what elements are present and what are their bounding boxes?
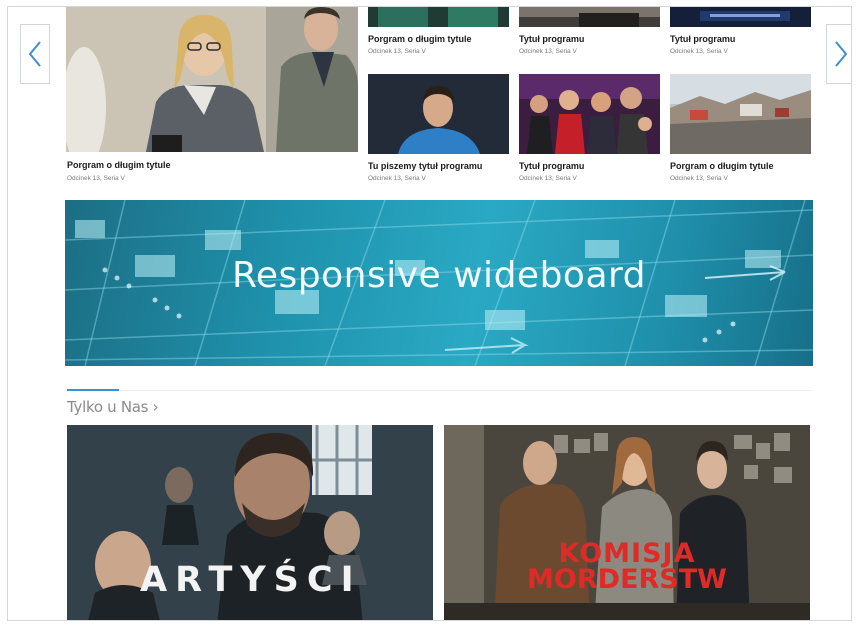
big-tile-subtitle: Odcinek 13, Seria V (67, 175, 125, 182)
program-thumbnail (66, 7, 358, 152)
chevron-left-icon (28, 41, 41, 67)
carousel-next-button[interactable] (826, 24, 851, 84)
program-thumbnail (368, 74, 509, 154)
page-frame: Porgram o długim tytule Odcinek 13, Seri… (7, 6, 852, 621)
program-tile-subtitle: Odcinek 13, Seria V (519, 175, 577, 182)
carousel-prev-button[interactable] (20, 24, 50, 84)
section-accent-line (67, 389, 119, 391)
program-thumbnail (519, 7, 660, 27)
program-tile[interactable] (368, 74, 509, 154)
program-tile-subtitle: Odcinek 13, Seria V (368, 175, 426, 182)
program-tile-title[interactable]: Porgram o długim tytule (670, 161, 774, 171)
program-tile[interactable] (368, 7, 509, 27)
program-tile-title[interactable]: Porgram o długim tytule (368, 34, 472, 44)
program-tile-subtitle: Odcinek 13, Seria V (368, 48, 426, 55)
program-tile-title[interactable]: Tu piszemy tytuł programu (368, 161, 482, 171)
promo-logo-line1: KOMISJA (558, 538, 696, 569)
program-thumbnail (519, 74, 660, 154)
section-divider (67, 390, 813, 391)
program-tile-subtitle: Odcinek 13, Seria V (519, 48, 577, 55)
program-tile-title[interactable]: Tytuł programu (519, 34, 584, 44)
program-tile[interactable] (670, 7, 811, 27)
promo-logo-line2: MORDERSTW (527, 564, 727, 595)
promo-logo-artysci: ARTYŚCI (140, 560, 362, 600)
program-thumbnail (670, 7, 811, 27)
wideboard-label: Responsive wideboard (231, 255, 647, 296)
promo-tile-artysci[interactable]: ARTYŚCI (67, 425, 433, 620)
program-tile[interactable] (519, 74, 660, 154)
chevron-right-icon (835, 41, 848, 67)
promo-tile-komisja-morderstw[interactable]: KOMISJA MORDERSTW (444, 425, 810, 620)
program-tile-subtitle: Odcinek 13, Seria V (670, 175, 728, 182)
big-tile-title[interactable]: Porgram o długim tytule (67, 160, 171, 170)
program-thumbnail (368, 7, 509, 27)
program-tile[interactable] (670, 74, 811, 154)
program-tile-title[interactable]: Tytuł programu (670, 34, 735, 44)
wideboard-banner[interactable]: Responsive wideboard (65, 200, 813, 366)
section-title-link[interactable]: Tylko u Nas › (67, 398, 159, 416)
program-tile-subtitle: Odcinek 13, Seria V (670, 48, 728, 55)
program-tile-title[interactable]: Tytuł programu (519, 161, 584, 171)
program-thumbnail (670, 74, 811, 154)
program-tile[interactable] (519, 7, 660, 27)
big-program-tile[interactable] (66, 7, 358, 152)
